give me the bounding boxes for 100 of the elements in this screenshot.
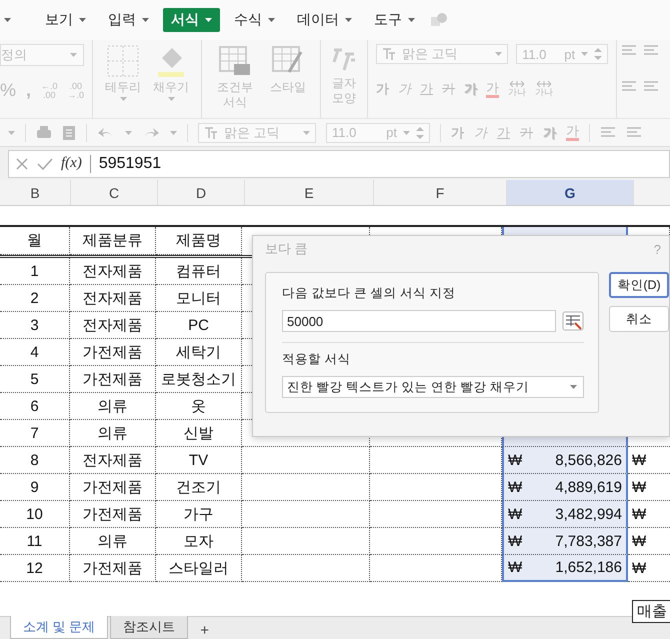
column-header[interactable]: G: [507, 180, 634, 205]
table-cell: 건조기: [156, 474, 242, 501]
sheet-tab[interactable]: 참조시트: [110, 616, 188, 639]
table-cell: 8: [0, 447, 70, 474]
currency-symbol: ₩: [632, 532, 646, 550]
field-label: 다음 값보다 큰 셀의 서식 지정: [282, 285, 456, 302]
table-cell: 3: [0, 312, 70, 339]
table-cell: 가전제품: [70, 366, 156, 393]
format-button[interactable]: 가: [398, 80, 412, 98]
table-cell: 12: [0, 555, 70, 582]
spacing-button[interactable]: 가나: [508, 81, 526, 97]
font-dropdown[interactable]: 맑은 고딕: [376, 44, 508, 64]
table-cell: 로봇청소기: [156, 366, 242, 393]
decimal-button[interactable]: ←.0 .00: [41, 82, 58, 100]
currency-symbol: ₩: [632, 560, 646, 576]
size-field[interactable]: 11.0 pt: [516, 44, 608, 64]
format-dropdown[interactable]: 진한 빨강 텍스트가 있는 연한 빨강 채우기: [282, 376, 584, 398]
format-button[interactable]: 가: [486, 80, 500, 98]
table-cell: 1: [0, 258, 70, 285]
table-cell: 가구: [156, 501, 242, 528]
format-button[interactable]: 가: [464, 80, 478, 98]
table-cell: 6: [0, 393, 70, 420]
field-label: 적용할 서식: [282, 351, 352, 368]
table-cell: 2: [0, 285, 70, 312]
table-cell: 신발: [156, 420, 242, 447]
table-cell: 전자제품: [70, 285, 156, 312]
currency-symbol: ₩: [508, 559, 522, 576]
currency-symbol: ₩: [508, 532, 522, 550]
table-cell: 스타일러: [156, 555, 242, 582]
header-cell: 제품분류: [70, 227, 156, 255]
conditional-format-button[interactable]: 조건부 서식: [210, 44, 260, 110]
table-cell: 4: [0, 339, 70, 366]
currency-symbol: ₩: [508, 452, 522, 468]
column-header[interactable]: C: [71, 180, 158, 205]
currency-symbol: ₩: [508, 478, 522, 496]
function-button[interactable]: f(x): [61, 155, 82, 172]
table-cell: 의류: [70, 393, 156, 420]
note-label: 매출: [632, 600, 670, 623]
format-button[interactable]: 가: [376, 80, 390, 98]
percent-button[interactable]: %: [0, 80, 16, 101]
menu-tab[interactable]: 입력: [100, 8, 157, 32]
table-cell: 10: [0, 501, 70, 528]
format-button[interactable]: 가: [520, 124, 533, 142]
column-header[interactable]: E: [245, 180, 374, 205]
currency-symbol: ₩: [632, 452, 646, 468]
add-sheet-button[interactable]: +: [190, 622, 219, 639]
table-cell: 가전제품: [70, 501, 156, 528]
table-cell: 전자제품: [70, 258, 156, 285]
font-dropdown[interactable]: 맑은 고딕: [198, 122, 316, 142]
table-cell: 11: [0, 528, 70, 555]
size-field[interactable]: 11.0 pt: [326, 122, 430, 142]
table-cell: TV: [156, 447, 242, 474]
table-cell: 모니터: [156, 285, 242, 312]
char-shape-button[interactable]: 글자 모양: [329, 44, 360, 106]
sales-value: 4,889,619: [555, 478, 622, 496]
currency-symbol: ₩: [632, 506, 646, 522]
fill-button[interactable]: 채우기: [149, 44, 194, 101]
sales-value: 8,566,826: [555, 452, 622, 468]
menu-tab[interactable]: 도구: [366, 8, 423, 32]
dialog-title: 보다 큼: [265, 240, 308, 258]
table-cell: 가전제품: [70, 474, 156, 501]
column-header[interactable]: B: [0, 180, 71, 205]
currency-symbol: ₩: [508, 506, 522, 522]
menu-tab[interactable]: 데이터: [289, 8, 360, 32]
value-field[interactable]: 50000: [282, 310, 556, 332]
dialog-button[interactable]: 취소: [609, 306, 669, 332]
sales-value: 7,783,387: [555, 532, 622, 550]
format-button[interactable]: 가: [497, 124, 510, 142]
comma-button[interactable]: ,: [26, 80, 32, 101]
table-cell: 컴퓨터: [156, 258, 242, 285]
column-header[interactable]: D: [158, 180, 245, 205]
menu-tab[interactable]: 서식: [163, 8, 220, 32]
sales-value: 3,482,994: [555, 506, 622, 522]
table-cell: 가전제품: [70, 339, 156, 366]
border-button[interactable]: 테두리: [101, 44, 146, 101]
table-cell: 의류: [70, 528, 156, 555]
help-button[interactable]: ?: [654, 242, 661, 256]
menu-tab[interactable]: 수식: [226, 8, 283, 32]
style-dropdown[interactable]: 정의: [0, 44, 84, 66]
format-button[interactable]: 가: [451, 124, 464, 142]
format-button[interactable]: 가: [543, 124, 556, 142]
table-cell: 옷: [156, 393, 242, 420]
table-cell: 7: [0, 420, 70, 447]
formula-value[interactable]: 5951951: [90, 154, 162, 172]
spacing-button[interactable]: 가나: [535, 81, 554, 97]
table-cell: 5: [0, 366, 70, 393]
cell-style-button[interactable]: 스타일: [264, 44, 312, 95]
header-cell: 제품명: [156, 227, 242, 255]
dialog-button[interactable]: 확인(D): [609, 272, 669, 298]
format-button[interactable]: 가: [442, 80, 456, 98]
decimal-button[interactable]: .00 →.0: [68, 82, 84, 100]
table-cell: 전자제품: [70, 312, 156, 339]
format-button[interactable]: 가: [566, 124, 579, 141]
table-cell: 가전제품: [70, 555, 156, 582]
menu-tab[interactable]: 보기: [37, 8, 94, 32]
table-cell: 세탁기: [156, 339, 242, 366]
format-button[interactable]: 가: [420, 80, 434, 98]
table-cell: 9: [0, 474, 70, 501]
sheet-tab[interactable]: 소계 및 문제: [10, 616, 108, 639]
format-button[interactable]: 가: [474, 124, 487, 142]
